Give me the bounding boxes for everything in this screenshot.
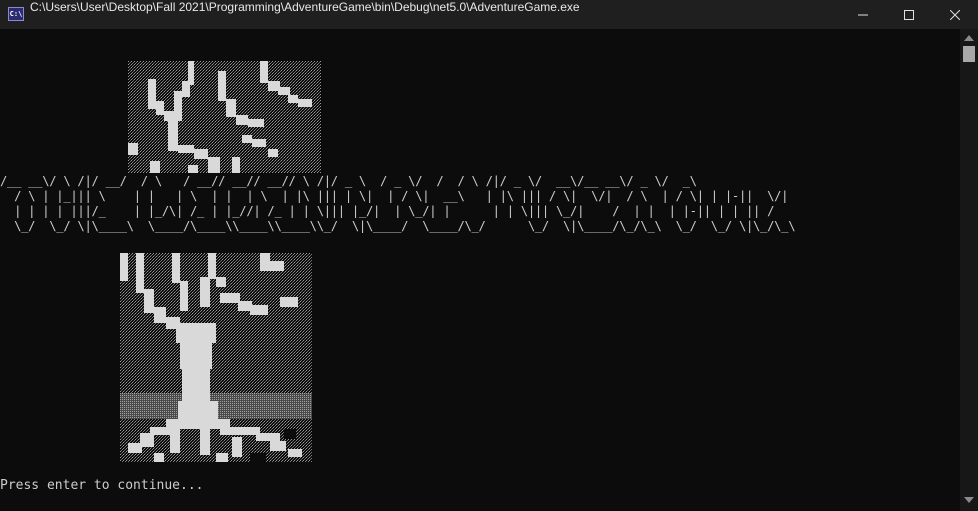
banner-line-4: \_/ \_/ \|\____\ \____/\____\\____\\____… xyxy=(0,219,796,233)
banner-line-1: /__ __\/ \ /|/ __/ / \ / __// __// __// … xyxy=(0,174,697,188)
console-window: C:\ C:\Users\User\Desktop\Fall 2021\Prog… xyxy=(0,0,978,511)
title-bar[interactable]: C:\ C:\Users\User\Desktop\Fall 2021\Prog… xyxy=(0,0,978,29)
title-banner-ascii: /__ __\/ \ /|/ __/ / \ / __// __// __// … xyxy=(0,174,960,244)
console-output[interactable]: /__ __\/ \ /|/ __/ / \ / __// __// __// … xyxy=(0,29,960,511)
scroll-down-icon[interactable] xyxy=(964,497,974,503)
close-icon xyxy=(950,9,960,20)
banner-line-3: | | | | |||/_ | |_/\| /_ | |_//| /_ | | … xyxy=(0,204,775,218)
vertical-scrollbar[interactable] xyxy=(960,29,978,511)
console-app-icon[interactable]: C:\ xyxy=(8,7,24,21)
close-button[interactable] xyxy=(932,0,978,29)
scrollbar-thumb[interactable] xyxy=(963,46,975,62)
tree-branches-ascii-art xyxy=(128,61,321,173)
continue-prompt: Press enter to continue... xyxy=(0,478,204,493)
minimize-icon xyxy=(858,10,868,20)
minimize-button[interactable] xyxy=(840,0,886,29)
banner-line-2: / \ | |_||| \ | | | \ | | | \ | |\ ||| |… xyxy=(0,189,789,203)
tree-trunk-ascii-art xyxy=(120,253,312,462)
maximize-icon xyxy=(904,9,914,20)
window-title: C:\Users\User\Desktop\Fall 2021\Programm… xyxy=(30,0,580,14)
maximize-button[interactable] xyxy=(886,0,932,29)
scroll-up-icon[interactable] xyxy=(964,35,974,41)
